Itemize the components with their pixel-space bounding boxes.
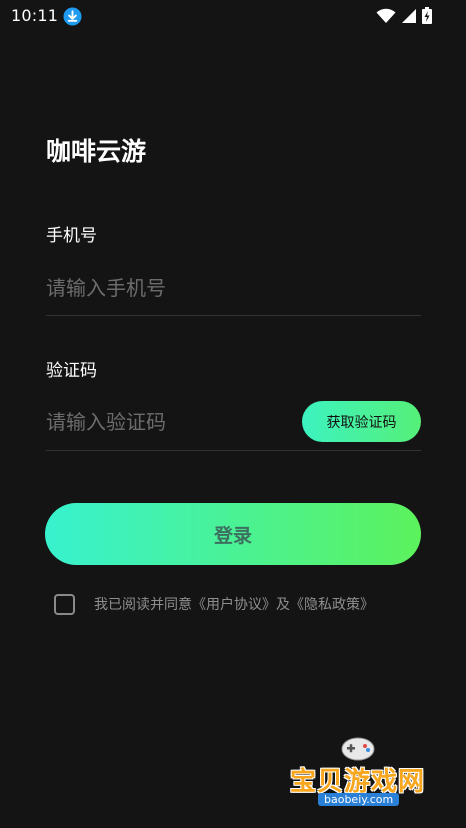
agreement-row: 我已阅读并同意《用户协议》及《隐私政策》: [54, 591, 374, 617]
status-time: 10:11: [11, 6, 59, 25]
wifi-icon: [376, 8, 396, 23]
agreement-text[interactable]: 我已阅读并同意《用户协议》及《隐私政策》: [94, 594, 374, 614]
phone-input[interactable]: [46, 272, 296, 304]
phone-divider: [46, 315, 421, 316]
code-divider: [46, 450, 421, 451]
signal-icon: [402, 8, 416, 23]
watermark-url: baobeiy.com: [318, 793, 400, 806]
get-code-button[interactable]: 获取验证码: [302, 401, 421, 442]
watermark: 宝贝游戏网 baobeiy.com: [290, 733, 440, 823]
phone-label: 手机号: [46, 226, 97, 246]
download-icon: [63, 7, 82, 26]
login-button[interactable]: 登录: [45, 503, 421, 565]
page-title: 咖啡云游: [46, 137, 147, 166]
code-label: 验证码: [46, 361, 97, 381]
battery-charging-icon: [422, 7, 432, 24]
agreement-checkbox[interactable]: [54, 593, 75, 615]
gamepad-icon: [341, 737, 375, 761]
code-input[interactable]: [46, 406, 276, 438]
status-bar: 10:11: [0, 0, 466, 32]
status-icons: [376, 7, 432, 24]
